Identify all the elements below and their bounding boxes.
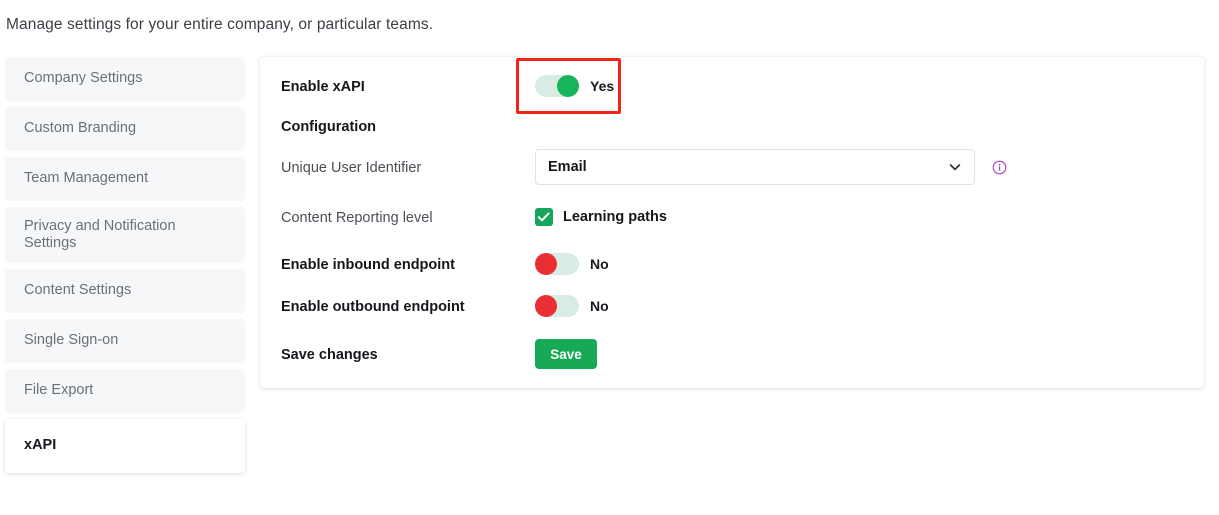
enable-inbound-endpoint-toggle-group: No xyxy=(535,253,609,275)
sidebar-item-team-management[interactable]: Team Management xyxy=(5,157,245,201)
enable-xapi-toggle[interactable] xyxy=(535,75,579,97)
sidebar-item-label: xAPI xyxy=(24,437,57,454)
sidebar-item-xapi[interactable]: xAPI xyxy=(5,419,245,473)
enable-xapi-toggle-value: Yes xyxy=(590,78,615,94)
learning-paths-checkbox[interactable] xyxy=(535,208,553,226)
unique-user-identifier-group: Email xyxy=(535,149,1007,185)
enable-xapi-toggle-group: Yes xyxy=(535,75,614,97)
content-reporting-level-group: Learning paths xyxy=(535,208,667,226)
enable-inbound-endpoint-label: Enable inbound endpoint xyxy=(281,257,455,273)
settings-page: Manage settings for your entire company,… xyxy=(0,0,1219,515)
enable-xapi-label: Enable xAPI xyxy=(281,79,365,95)
toggle-knob xyxy=(535,295,557,317)
save-changes-label: Save changes xyxy=(281,347,378,363)
save-button[interactable]: Save xyxy=(535,339,597,369)
sidebar-item-label: Single Sign-on xyxy=(24,332,119,349)
sidebar-item-label: File Export xyxy=(24,382,94,399)
toggle-knob xyxy=(535,253,557,275)
content-reporting-level-label: Content Reporting level xyxy=(281,210,433,226)
sidebar-item-company-settings[interactable]: Company Settings xyxy=(5,57,245,101)
page-subtitle: Manage settings for your entire company,… xyxy=(6,16,434,33)
save-changes-group: Save xyxy=(535,339,597,369)
sidebar-item-label: Custom Branding xyxy=(24,120,137,137)
unique-user-identifier-select[interactable]: Email xyxy=(535,149,975,185)
select-value: Email xyxy=(548,159,587,175)
sidebar-item-single-sign-on[interactable]: Single Sign-on xyxy=(5,319,245,363)
sidebar-item-file-export[interactable]: File Export xyxy=(5,369,245,413)
sidebar-item-label: Team Management xyxy=(24,170,149,187)
enable-outbound-endpoint-label: Enable outbound endpoint xyxy=(281,299,465,315)
learning-paths-label: Learning paths xyxy=(563,209,667,225)
sidebar-item-label: Content Settings xyxy=(24,282,132,299)
sidebar-item-content-settings[interactable]: Content Settings xyxy=(5,269,245,313)
xapi-settings-panel: Enable xAPI Yes Configuration Unique Use… xyxy=(260,57,1204,388)
enable-outbound-endpoint-toggle-value: No xyxy=(590,298,609,314)
enable-inbound-endpoint-toggle[interactable] xyxy=(535,253,579,275)
enable-outbound-endpoint-toggle-group: No xyxy=(535,295,609,317)
settings-sidebar: Company Settings Custom Branding Team Ma… xyxy=(5,57,245,479)
sidebar-item-label: Privacy and Notification Settings xyxy=(24,217,176,251)
toggle-knob xyxy=(557,75,579,97)
info-icon[interactable] xyxy=(992,160,1007,175)
unique-user-identifier-label: Unique User Identifier xyxy=(281,160,422,176)
sidebar-item-label: Company Settings xyxy=(24,70,143,87)
enable-outbound-endpoint-toggle[interactable] xyxy=(535,295,579,317)
sidebar-item-custom-branding[interactable]: Custom Branding xyxy=(5,107,245,151)
sidebar-item-privacy-and-notification-settings[interactable]: Privacy and Notification Settings xyxy=(5,207,245,263)
enable-inbound-endpoint-toggle-value: No xyxy=(590,256,609,272)
chevron-down-icon xyxy=(948,160,962,174)
learning-paths-checkbox-wrap[interactable]: Learning paths xyxy=(535,208,667,226)
configuration-heading: Configuration xyxy=(281,119,377,135)
